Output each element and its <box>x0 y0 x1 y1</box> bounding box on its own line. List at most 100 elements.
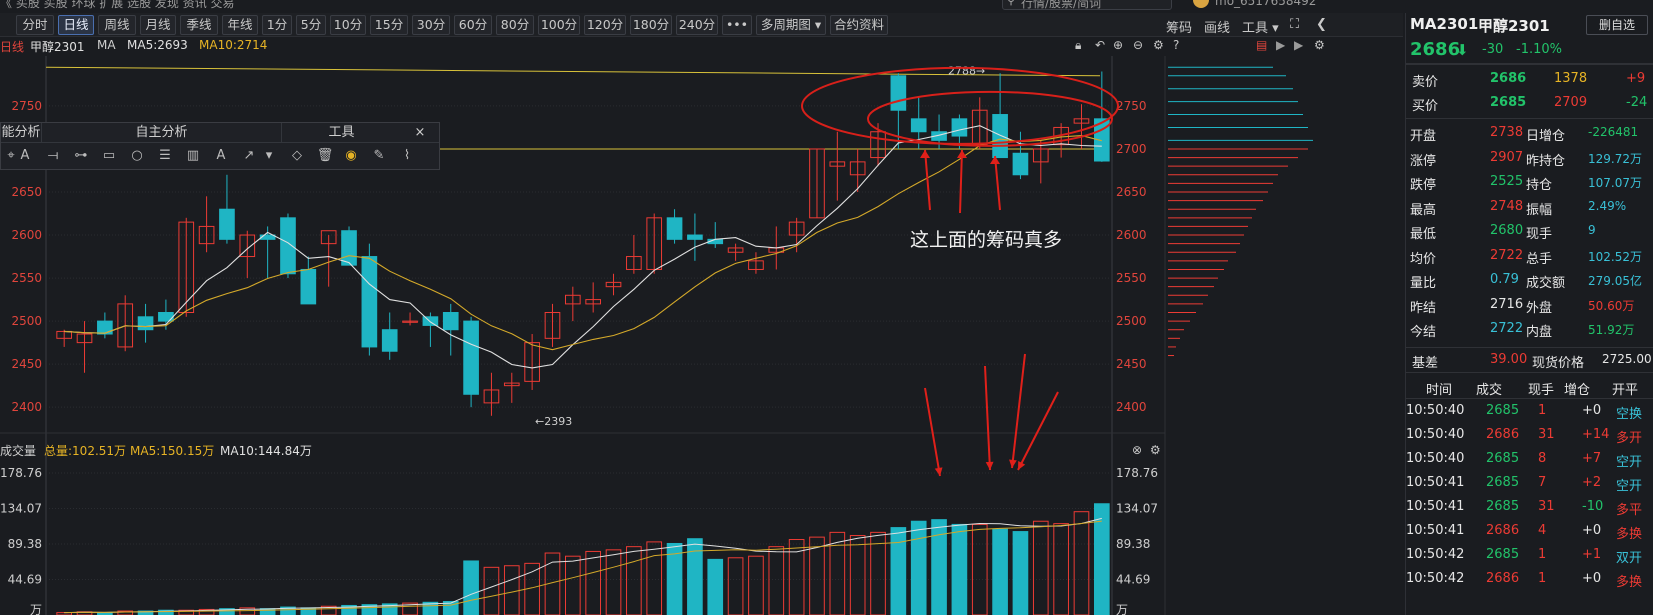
volume-bar <box>1094 503 1110 615</box>
interval-9-button[interactable]: 15分 <box>370 15 408 35</box>
volume-bar <box>849 535 866 615</box>
rectangle-icon[interactable]: ▭ <box>99 147 119 165</box>
volume-bar <box>870 531 886 615</box>
stat-value: 9 <box>1588 223 1596 237</box>
dropdown-icon[interactable]: ▾ <box>259 147 279 165</box>
interval-7-button[interactable]: 5分 <box>296 15 326 35</box>
tick-row[interactable]: 10:50:41 2685 7 +2 空开 <box>1406 471 1653 497</box>
segment-icon[interactable]: ⟞ <box>43 147 63 165</box>
multi-period-dropdown[interactable]: 多周期图 ▾ <box>756 15 826 35</box>
chart-controls: 🔒︎ ↶ ⊕ ⊖ ⚙ ? <box>1075 38 1185 52</box>
interval-5-button[interactable]: 年线 <box>222 15 258 35</box>
interval-10-button[interactable]: 30分 <box>412 15 450 35</box>
top-nav-tabs: 《 买股 买股 环球 扩展 选股 发现 资讯 交易 <box>0 0 235 10</box>
interval-13-button[interactable]: 100分 <box>538 15 580 35</box>
candle-body <box>890 75 907 111</box>
text-style-icon[interactable]: A <box>15 147 35 165</box>
fib-icon[interactable]: ☰ <box>155 147 175 165</box>
stat-row: 均价 2722 总手 102.52万 <box>1406 244 1653 270</box>
candle-body <box>666 217 683 240</box>
remove-watch-button[interactable]: 删自选 <box>1586 15 1648 35</box>
interval-3-button[interactable]: 月线 <box>140 15 176 35</box>
ray-icon[interactable]: ⊶ <box>71 147 91 165</box>
interval-4-button[interactable]: 季线 <box>180 15 218 35</box>
tick-cell: 2686 <box>1486 571 1520 586</box>
vol-annotation-arrow <box>1017 391 1059 471</box>
candle-body <box>381 329 398 352</box>
stat-label: 最高 <box>1410 202 1437 218</box>
interval-12-button[interactable]: 80分 <box>496 15 534 35</box>
user-name[interactable]: mo_6517658492 <box>1215 0 1316 8</box>
stat-label: 外盘 <box>1526 300 1553 316</box>
prev-icon[interactable]: ▶ <box>1276 38 1285 52</box>
analysis-close-icon[interactable]: × <box>401 123 439 143</box>
candle-body <box>97 320 113 335</box>
volume-bar <box>727 557 744 615</box>
stat-value: 2722 <box>1490 247 1524 263</box>
tick-row[interactable]: 10:50:40 2685 8 +7 空开 <box>1406 447 1653 473</box>
candle-body <box>463 320 479 395</box>
interval-15-button[interactable]: 180分 <box>630 15 672 35</box>
stat-value: 102.52万 <box>1588 249 1642 264</box>
eraser-icon[interactable]: ◇ <box>287 147 307 165</box>
volume-bar <box>951 523 968 615</box>
tick-row[interactable]: 10:50:42 2686 1 +0 多换 <box>1406 567 1653 593</box>
interval-0-button[interactable]: 分时 <box>16 15 54 35</box>
toolbar-right-0-button[interactable]: 筹码 <box>1166 17 1192 36</box>
zoom-out-icon[interactable]: ⊖ <box>1133 38 1143 52</box>
interval-16-button[interactable]: 240分 <box>676 15 718 35</box>
circle-icon[interactable]: ○ <box>127 147 147 165</box>
panel-settings-icon[interactable]: ⚙ <box>1314 38 1325 52</box>
vol-annotation-arrow <box>1011 353 1026 469</box>
toolbar-right-1-button[interactable]: 画线 <box>1204 17 1230 36</box>
tick-cell: 多开 <box>1616 431 1643 446</box>
volume-close-icon[interactable]: ⊗ <box>1132 443 1142 457</box>
undo-icon[interactable]: ↶ <box>1095 38 1105 52</box>
stat-value: 50.60万 <box>1588 298 1635 313</box>
brush-icon[interactable]: ✎ <box>369 147 389 165</box>
attach-icon[interactable]: ⌇ <box>397 147 417 165</box>
tick-row[interactable]: 10:50:40 2686 31 +14 多开 <box>1406 423 1653 449</box>
toolbar-right-2-button[interactable]: 工具 ▾ <box>1242 17 1279 36</box>
stat-value: 129.72万 <box>1588 151 1642 166</box>
tick-cell: +0 <box>1582 403 1602 418</box>
collapse-icon[interactable]: ❮ <box>1316 17 1327 32</box>
pen-icon[interactable]: ↗ <box>239 147 259 165</box>
interval-14-button[interactable]: 120分 <box>584 15 626 35</box>
tick-cell: 10:50:40 <box>1406 403 1465 418</box>
zoom-in-icon[interactable]: ⊕ <box>1113 38 1123 52</box>
layout-icon[interactable]: ▤ <box>1256 38 1267 52</box>
interval-1-button[interactable]: 日线 <box>58 15 94 35</box>
tick-cell: 7 <box>1538 475 1547 490</box>
bars-icon[interactable]: ▥ <box>183 147 203 165</box>
tick-row[interactable]: 10:50:41 2685 31 -10 多平 <box>1406 495 1653 521</box>
search-input[interactable]: ⚲ 行情/股票/简词 <box>1002 0 1172 10</box>
interval-11-button[interactable]: 60分 <box>454 15 492 35</box>
settings-icon[interactable]: ⚙ <box>1153 38 1164 52</box>
interval-6-button[interactable]: 1分 <box>262 15 292 35</box>
trash-icon[interactable]: 🗑︎ <box>315 147 335 165</box>
contract-code: MA2301 <box>1410 15 1479 33</box>
tick-row[interactable]: 10:50:41 2686 4 +0 多换 <box>1406 519 1653 545</box>
next-icon[interactable]: ▶ <box>1294 38 1303 52</box>
tick-cell: 空开 <box>1616 479 1643 494</box>
tick-list[interactable]: 10:50:40 2685 1 +0 空换 10:50:40 2686 31 +14 多开 10:5… <box>1406 399 1653 615</box>
tick-cell: 10:50:41 <box>1406 523 1465 538</box>
stat-row: 量比 0.79 成交额 279.05亿 <box>1406 268 1653 294</box>
tick-cell: 1 <box>1538 547 1547 562</box>
volume-settings-icon[interactable]: ⚙ <box>1150 443 1161 457</box>
contract-info-button[interactable]: 合约资料 <box>830 15 888 35</box>
palette-icon[interactable]: ◉ <box>341 147 361 165</box>
fullscreen-icon[interactable]: ⛶ <box>1290 17 1299 32</box>
tick-row[interactable]: 10:50:40 2685 1 +0 空换 <box>1406 399 1653 425</box>
help-icon[interactable]: ? <box>1173 38 1179 52</box>
tick-row[interactable]: 10:50:42 2685 1 +1 双开 <box>1406 543 1653 569</box>
vol-annotation-arrow <box>984 365 991 471</box>
interval-8-button[interactable]: 10分 <box>330 15 366 35</box>
search-icon: ⚲ <box>1007 0 1016 7</box>
more-button[interactable]: ••• <box>722 15 752 35</box>
lock-icon[interactable]: 🔒︎ <box>1075 38 1081 53</box>
text-icon[interactable]: A <box>211 147 231 165</box>
candle-body <box>219 208 235 240</box>
interval-2-button[interactable]: 周线 <box>98 15 136 35</box>
